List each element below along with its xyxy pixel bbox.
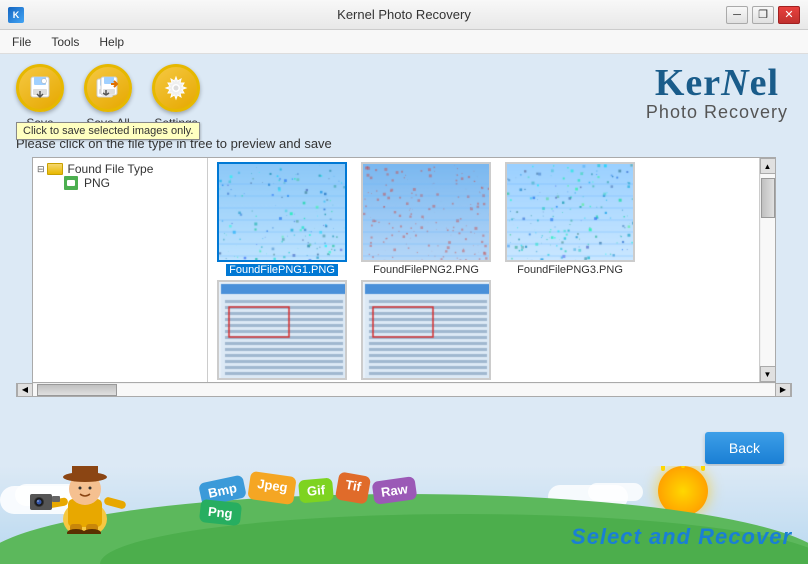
window-title: Kernel Photo Recovery (337, 7, 471, 22)
preview-item-3[interactable]: FoundFilePNG3.PNG (500, 162, 640, 276)
preview-thumb-3[interactable] (505, 162, 635, 262)
preview-item-4[interactable]: FoundFilePNG4.PNG (212, 280, 352, 382)
toolbar: Save Click to save selected images only.… (0, 54, 808, 134)
select-recover-text: Select and Recover (571, 524, 792, 550)
logo-subtitle: Photo Recovery (646, 102, 788, 123)
preview-name-3: FoundFilePNG3.PNG (517, 264, 623, 276)
vertical-scrollbar[interactable]: ▲ ▼ (759, 158, 775, 382)
save-icon (16, 64, 64, 112)
tree-child-label: PNG (84, 176, 110, 190)
preview-panel[interactable]: FoundFilePNG1.PNG FoundFilePNG2.PNG Foun… (208, 158, 759, 382)
content-area: ⊟ Found File Type PNG FoundFilePNG1 (32, 157, 776, 383)
app-icon: K (8, 7, 24, 23)
preview-thumb-2[interactable] (361, 162, 491, 262)
logo: KerNel Photo Recovery (646, 64, 788, 123)
format-jpeg: Jpeg (247, 471, 297, 505)
thumbnail-3 (507, 164, 635, 262)
settings-icon (152, 64, 200, 112)
preview-item-2[interactable]: FoundFilePNG2.PNG (356, 162, 496, 276)
format-tif: Tif (335, 471, 371, 504)
menu-file[interactable]: File (4, 33, 39, 51)
save-button[interactable]: Save Click to save selected images only. (16, 64, 64, 130)
format-tags: Bmp Jpeg Gif Tif Raw Png (200, 479, 450, 524)
preview-item-1[interactable]: FoundFilePNG1.PNG (212, 162, 352, 276)
tree-root-label: Found File Type (68, 162, 154, 176)
tree-child-png[interactable]: PNG (57, 176, 203, 190)
character (30, 466, 150, 529)
thumbnail-4 (219, 282, 347, 380)
preview-name-2: FoundFilePNG2.PNG (373, 264, 479, 276)
format-png: Png (199, 499, 242, 526)
minimize-button[interactable]: ─ (726, 6, 748, 24)
title-bar: K Kernel Photo Recovery ─ ❐ ✕ (0, 0, 808, 30)
file-icon (64, 176, 78, 190)
logo-title: KerNel (646, 64, 788, 102)
save-all-button[interactable]: Save All (84, 64, 132, 130)
scroll-h-track[interactable] (33, 384, 775, 396)
cloud-4 (588, 483, 643, 501)
scroll-track[interactable] (761, 174, 775, 366)
main-area: Save Click to save selected images only.… (0, 54, 808, 564)
format-raw: Raw (372, 476, 418, 505)
close-button[interactable]: ✕ (778, 6, 800, 24)
tree-expand-icon: ⊟ (37, 164, 45, 175)
save-tooltip: Click to save selected images only. (16, 122, 200, 140)
bottom-decoration: Bmp Jpeg Gif Tif Raw Png Select and Reco… (0, 466, 808, 564)
window-controls: ─ ❐ ✕ (726, 6, 800, 24)
scroll-thumb[interactable] (761, 178, 775, 218)
preview-thumb-4[interactable] (217, 280, 347, 380)
preview-name-1: FoundFilePNG1.PNG (226, 264, 338, 276)
preview-thumb-5[interactable] (361, 280, 491, 380)
preview-item-5[interactable]: FoundFilePNG5.PNG (356, 280, 496, 382)
restore-button[interactable]: ❐ (752, 6, 774, 24)
scroll-h-thumb[interactable] (37, 384, 117, 396)
settings-button[interactable]: Settings (152, 64, 200, 130)
horizontal-scrollbar[interactable]: ◀ ▶ (16, 383, 792, 397)
tree-panel[interactable]: ⊟ Found File Type PNG (33, 158, 208, 382)
thumbnail-5 (363, 282, 491, 380)
menu-tools[interactable]: Tools (43, 33, 87, 51)
thumbnail-1 (219, 164, 347, 262)
scroll-down-arrow[interactable]: ▼ (760, 366, 776, 382)
menu-bar: File Tools Help (0, 30, 808, 54)
scroll-up-arrow[interactable]: ▲ (760, 158, 776, 174)
menu-help[interactable]: Help (91, 33, 132, 51)
thumbnail-2 (363, 164, 491, 262)
back-button[interactable]: Back (705, 432, 784, 464)
format-gif: Gif (298, 478, 334, 504)
save-all-icon (84, 64, 132, 112)
tree-root[interactable]: ⊟ Found File Type (37, 162, 203, 176)
scroll-right-arrow[interactable]: ▶ (775, 383, 791, 397)
folder-icon (47, 163, 63, 175)
preview-thumb-1[interactable] (217, 162, 347, 262)
scroll-left-arrow[interactable]: ◀ (17, 383, 33, 397)
